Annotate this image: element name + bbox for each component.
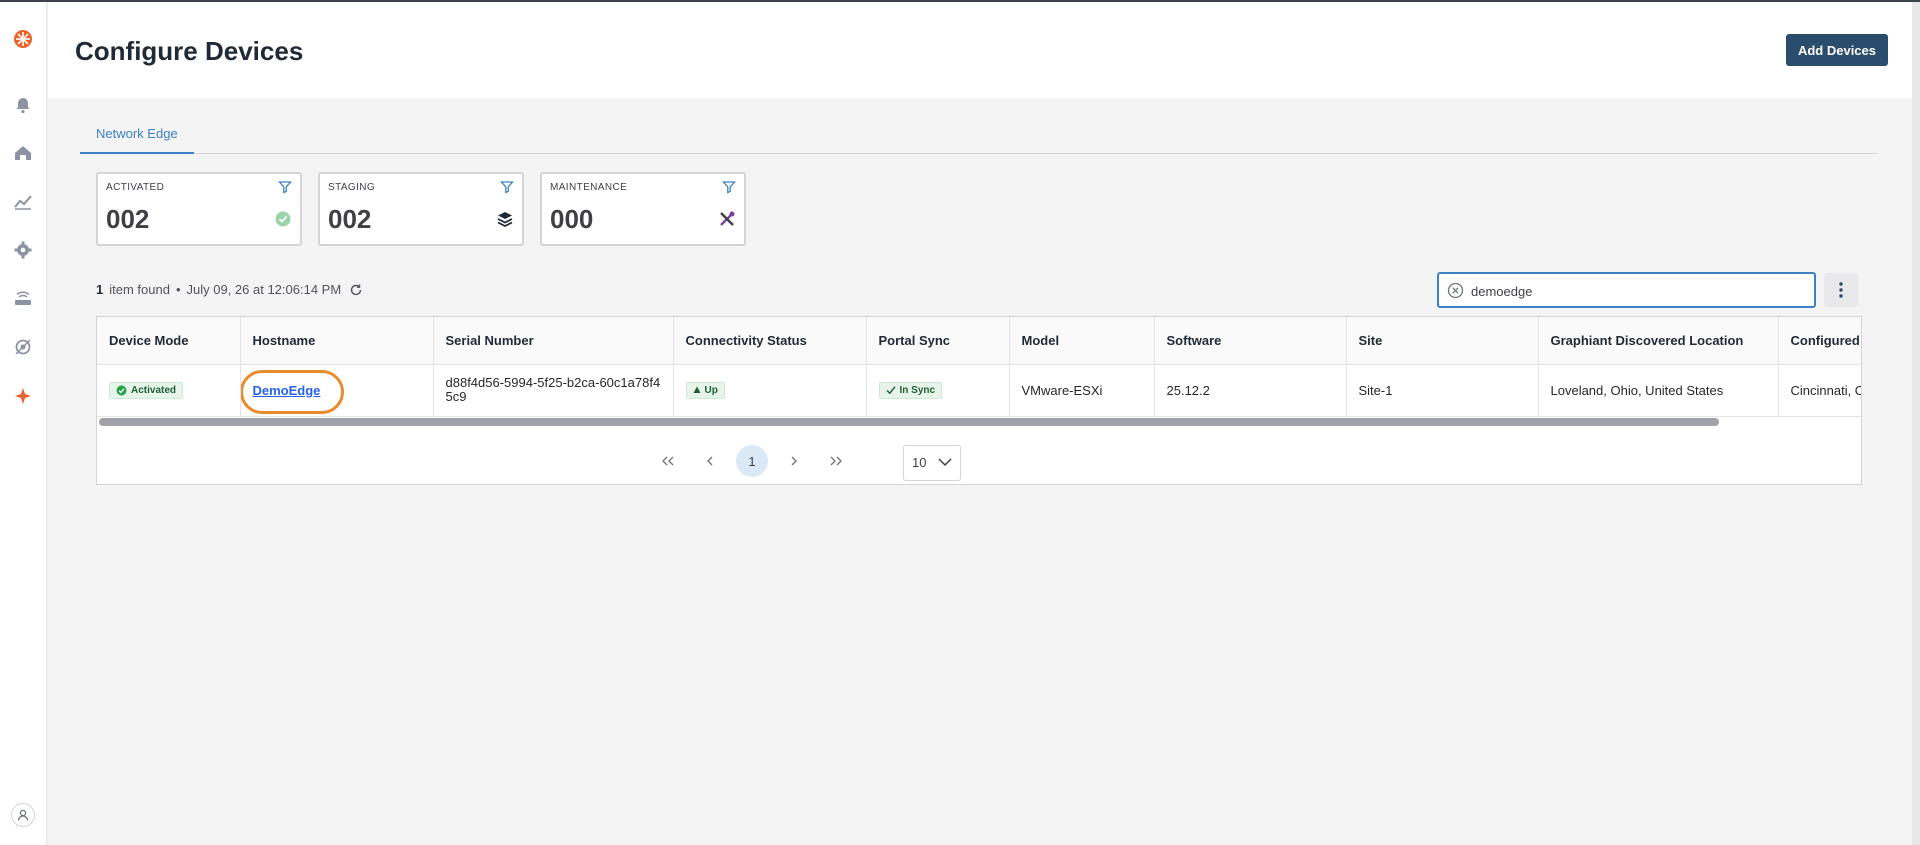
double-chevron-left-icon (662, 456, 674, 466)
scrollbar-thumb[interactable] (99, 418, 1719, 426)
pagination: 1 10 (97, 427, 1861, 484)
card-value: 002 (106, 204, 150, 234)
column-header[interactable]: Device Mode (97, 317, 241, 365)
page-size-value: 10 (912, 455, 927, 470)
wrench-screwdriver-icon (720, 211, 735, 226)
page-size-select[interactable]: 10 (903, 445, 961, 481)
search-input[interactable] (1471, 280, 1801, 302)
double-chevron-right-icon (830, 456, 842, 466)
device-mode-cell: Activated (97, 364, 241, 417)
hostname-cell: DemoEdge (240, 364, 434, 417)
more-options-button[interactable] (1824, 273, 1858, 307)
refresh-icon[interactable] (349, 283, 363, 297)
software-cell: 25.12.2 (1154, 364, 1347, 417)
add-devices-button[interactable]: Add Devices (1786, 34, 1888, 66)
portal-sync-badge: In Sync (878, 381, 943, 399)
connectivity-cell: Up (673, 364, 867, 417)
connectivity-badge: Up (685, 381, 725, 399)
router-device-icon[interactable] (11, 287, 35, 311)
devices-table: Device Mode Hostname Serial Number Conne… (96, 316, 1862, 485)
analytics-chart-icon[interactable] (11, 189, 35, 213)
activated-badge: Activated (109, 381, 184, 399)
column-header[interactable]: Model (1009, 317, 1155, 365)
page-number-button[interactable]: 1 (736, 445, 768, 477)
previous-page-button[interactable] (694, 445, 726, 477)
column-header[interactable]: Site (1346, 317, 1539, 365)
portal-sync-cell: In Sync (866, 364, 1010, 417)
result-text: item found (109, 282, 170, 297)
model-cell: VMware-ESXi (1009, 364, 1155, 417)
clear-search-icon[interactable] (1447, 282, 1464, 299)
tab-network-edge[interactable]: Network Edge (80, 122, 194, 154)
results-summary: 1 item found • July 09, 26 at 12:06:14 P… (96, 282, 363, 297)
filter-icon[interactable] (722, 180, 736, 194)
checkmark-icon (885, 386, 896, 395)
first-page-button[interactable] (652, 445, 684, 477)
kebab-menu-icon (1839, 282, 1843, 298)
badge-label: In Sync (899, 384, 936, 396)
next-page-button[interactable] (778, 445, 810, 477)
card-label: STAGING (328, 182, 376, 193)
configured-location-cell: Cincinnati, Ohio, United States (1778, 364, 1861, 417)
layers-icon (497, 212, 513, 228)
hostname-text: DemoEdge (252, 382, 321, 398)
column-header[interactable]: Software (1154, 317, 1347, 365)
chevron-right-icon (791, 456, 797, 466)
column-header[interactable]: Serial Number (433, 317, 674, 365)
check-circle-icon (275, 211, 291, 227)
network-gear-icon[interactable] (11, 335, 35, 359)
filter-icon[interactable] (278, 180, 292, 194)
column-header[interactable]: Hostname (240, 317, 434, 365)
discovered-location-cell: Loveland, Ohio, United States (1538, 364, 1779, 417)
site-cell: Site-1 (1346, 364, 1539, 417)
badge-label: Activated (131, 384, 177, 396)
column-header[interactable]: Configured Location (1778, 317, 1861, 365)
window-top-border (0, 0, 1920, 2)
sidebar (0, 0, 47, 845)
column-header[interactable]: Graphiant Discovered Location (1538, 317, 1779, 365)
chevron-down-icon (938, 458, 952, 467)
gear-icon[interactable] (11, 238, 35, 262)
last-page-button[interactable] (820, 445, 852, 477)
arrow-up-icon (693, 386, 700, 393)
badge-label: Up (704, 384, 718, 396)
card-label: MAINTENANCE (550, 182, 628, 193)
page-header: Configure Devices Add Devices (48, 2, 1912, 98)
table-header-row: Device Mode Hostname Serial Number Conne… (97, 317, 1861, 365)
serial-number-cell: d88f4d56-5994-5f25-b2ca-60c1a78f45c9 (433, 364, 674, 417)
card-value: 000 (550, 204, 594, 234)
main-content: Network Edge ACTIVATED 002 STAGING 002 M… (48, 98, 1912, 845)
search-box (1437, 272, 1816, 308)
ai-sparkle-icon[interactable] (11, 384, 35, 408)
card-value: 002 (328, 204, 372, 234)
card-label: ACTIVATED (106, 182, 165, 193)
user-profile-icon[interactable] (11, 803, 35, 827)
horizontal-scrollbar[interactable] (97, 417, 1861, 427)
tab-bar: Network Edge (80, 122, 1877, 154)
brand-logo-icon[interactable] (11, 27, 35, 51)
maintenance-card[interactable]: MAINTENANCE 000 (540, 172, 746, 246)
filter-icon[interactable] (500, 180, 514, 194)
result-separator: • (175, 282, 181, 297)
column-header[interactable]: Portal Sync (866, 317, 1010, 365)
window-right-edge (1912, 0, 1920, 845)
home-icon[interactable] (11, 141, 35, 165)
column-header[interactable]: Connectivity Status (673, 317, 867, 365)
page-title: Configure Devices (75, 36, 304, 66)
check-circle-icon (116, 385, 127, 395)
staging-card[interactable]: STAGING 002 (318, 172, 524, 246)
activated-card[interactable]: ACTIVATED 002 (96, 172, 302, 246)
hostname-link[interactable]: DemoEdge (240, 369, 344, 414)
result-count: 1 (96, 282, 104, 297)
chevron-left-icon (707, 456, 713, 466)
table-row[interactable]: Activated DemoEdge d88f4d56-5994-5f25-b2… (97, 364, 1861, 417)
bell-icon[interactable] (11, 93, 35, 117)
last-updated-timestamp: July 09, 26 at 12:06:14 PM (186, 282, 342, 297)
